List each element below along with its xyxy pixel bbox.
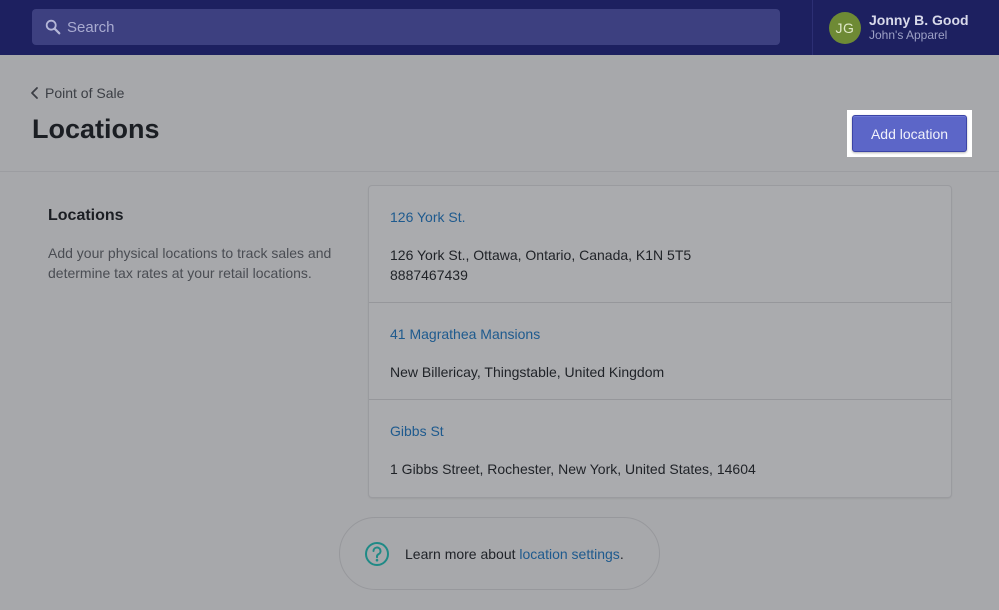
location-phone: 8887467439 bbox=[390, 267, 468, 283]
breadcrumb-point-of-sale[interactable]: Point of Sale bbox=[30, 85, 124, 101]
add-location-highlight: Add location bbox=[847, 110, 972, 157]
help-text: Learn more about location settings. bbox=[405, 546, 624, 562]
add-location-button[interactable]: Add location bbox=[852, 115, 967, 152]
location-item: 126 York St. 126 York St., Ottawa, Ontar… bbox=[369, 186, 951, 303]
search-input[interactable] bbox=[67, 18, 667, 36]
top-bar: JG Jonny B. Good John's Apparel bbox=[0, 0, 999, 55]
avatar[interactable]: JG bbox=[829, 11, 861, 44]
user-name: Jonny B. Good bbox=[869, 12, 969, 28]
location-address: 126 York St., Ottawa, Ontario, Canada, K… bbox=[390, 247, 692, 263]
search-bar[interactable] bbox=[32, 9, 780, 45]
location-address: 1 Gibbs Street, Rochester, New York, Uni… bbox=[390, 461, 756, 477]
search-icon bbox=[45, 19, 61, 35]
chevron-left-icon bbox=[31, 87, 38, 99]
help-footer: Learn more about location settings. bbox=[339, 517, 660, 590]
locations-card: 126 York St. 126 York St., Ottawa, Ontar… bbox=[369, 186, 951, 497]
store-name: John's Apparel bbox=[869, 28, 948, 42]
location-link[interactable]: 41 Magrathea Mansions bbox=[390, 326, 540, 342]
help-suffix: . bbox=[619, 545, 624, 562]
section-description: Add your physical locations to track sal… bbox=[48, 245, 332, 281]
user-menu[interactable]: JG Jonny B. Good John's Apparel bbox=[812, 0, 999, 55]
page-title: Locations bbox=[32, 114, 160, 144]
location-link[interactable]: 126 York St. bbox=[390, 209, 466, 225]
user-info: Jonny B. Good John's Apparel bbox=[869, 12, 969, 43]
location-item: Gibbs St 1 Gibbs Street, Rochester, New … bbox=[369, 400, 951, 497]
location-settings-link[interactable]: location settings bbox=[519, 546, 619, 562]
location-address: New Billericay, Thingstable, United King… bbox=[390, 364, 665, 380]
location-details: 126 York St., Ottawa, Ontario, Canada, K… bbox=[390, 245, 691, 285]
help-circle-icon bbox=[365, 541, 389, 566]
section-title: Locations bbox=[48, 207, 124, 224]
location-item: 41 Magrathea Mansions New Billericay, Th… bbox=[369, 303, 951, 400]
help-prefix: Learn more about bbox=[405, 545, 520, 562]
location-link[interactable]: Gibbs St bbox=[390, 423, 444, 439]
breadcrumb-label: Point of Sale bbox=[45, 85, 125, 101]
